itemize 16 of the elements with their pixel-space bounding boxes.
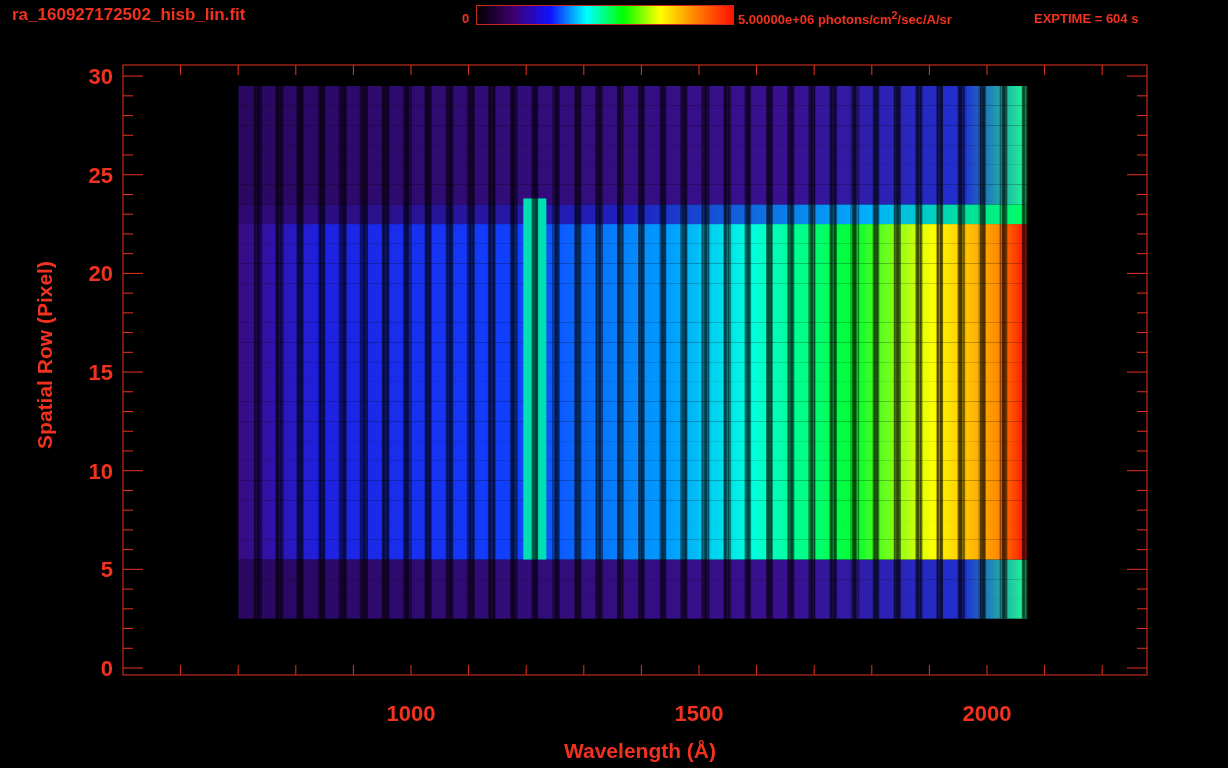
y-axis-title: Spatial Row (Pixel): [33, 261, 56, 449]
file-title: ra_160927172502_hisb_lin.fit: [12, 5, 247, 25]
y-tick-label: 15: [88, 360, 113, 386]
y-tick-label: 20: [88, 261, 113, 287]
exposure-time: EXPTIME = 604 s: [1034, 9, 1139, 26]
y-tick-label: 25: [88, 162, 113, 188]
colorbar-max-label: 5.00000e+06 photons/cm$^{2}$/sec/A/sr: [738, 7, 953, 28]
x-tick-label: 2000: [962, 701, 1012, 726]
y-tick-label: 10: [88, 458, 113, 484]
colorbar-min-label: 0: [462, 9, 471, 26]
y-tick-label: 30: [88, 64, 113, 90]
y-tick-label: 5: [100, 557, 113, 583]
x-tick-label: 1500: [674, 701, 724, 726]
x-axis-title: Wavelength (Å): [563, 739, 717, 762]
x-tick-label: 1000: [386, 701, 436, 726]
y-tick-label: 0: [100, 656, 113, 681]
